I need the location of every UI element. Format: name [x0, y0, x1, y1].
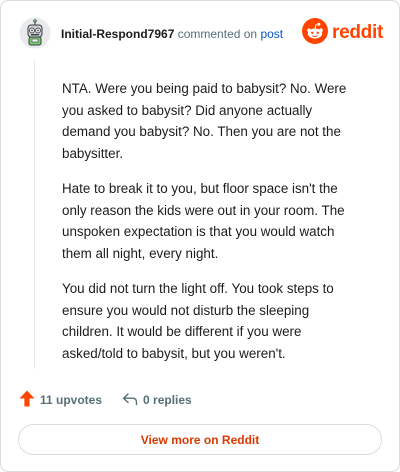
robot-avatar-icon[interactable] — [19, 17, 51, 49]
replies-button[interactable]: 0 replies — [122, 392, 192, 409]
reddit-snoo-icon — [302, 17, 329, 49]
comment-actions: 11 upvotes 0 replies — [19, 389, 192, 411]
comment-paragraph: NTA. Were you being paid to babysit? No.… — [62, 81, 347, 161]
view-more-button[interactable]: View more on Reddit — [18, 424, 382, 455]
reddit-logo[interactable]: reddit — [302, 17, 383, 49]
reddit-wordmark: reddit — [332, 22, 383, 43]
commented-on-text: commented on — [177, 27, 258, 41]
upvote-arrow-icon — [19, 390, 35, 410]
comment-body: NTA. Were you being paid to babysit? No.… — [62, 78, 362, 378]
comment-paragraph: You did not turn the light off. You took… — [62, 281, 334, 361]
replies-count: 0 replies — [143, 393, 192, 407]
embedded-comment-card: Initial-Respond7967 commented on post re… — [0, 0, 400, 472]
upvotes-count: 11 upvotes — [40, 393, 103, 407]
upvotes-button[interactable]: 11 upvotes — [19, 390, 102, 410]
reply-arrow-icon — [122, 392, 138, 409]
username-link[interactable]: Initial-Respond7967 — [61, 27, 174, 41]
post-link[interactable]: post — [260, 27, 283, 41]
thread-line — [34, 61, 35, 369]
comment-header: Initial-Respond7967 commented on post re… — [19, 17, 383, 51]
comment-paragraph: Hate to break it to you, but floor space… — [62, 181, 345, 261]
comment-byline: Initial-Respond7967 commented on post — [61, 27, 283, 41]
